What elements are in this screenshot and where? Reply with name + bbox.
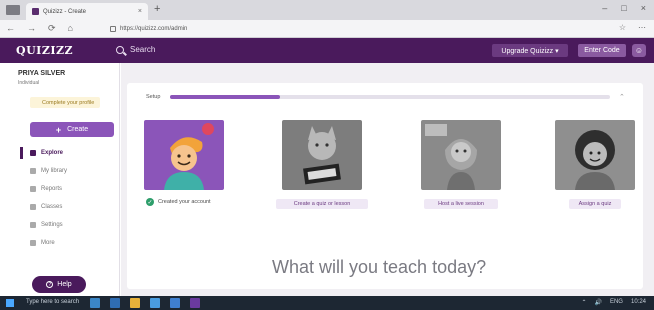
help-icon: ? bbox=[46, 281, 54, 288]
sidebar-item-settings[interactable]: Settings bbox=[30, 219, 63, 231]
language-indicator[interactable]: ENG bbox=[610, 299, 623, 306]
presenter-illustration bbox=[421, 120, 501, 190]
minimize-button[interactable]: – bbox=[602, 3, 607, 13]
account-created-label: Created your account bbox=[158, 199, 211, 205]
browser-menu-icon[interactable]: ⋯ bbox=[638, 23, 646, 32]
classes-icon bbox=[30, 204, 36, 210]
host-live-tile[interactable] bbox=[421, 120, 501, 190]
sidebar-item-reports[interactable]: Reports bbox=[30, 183, 62, 195]
search-button[interactable]: Search bbox=[116, 45, 155, 54]
check-icon: ✓ bbox=[146, 198, 154, 206]
progress-label: Setup bbox=[146, 94, 161, 100]
os-taskbar: Type here to search ⌃ 🔊 ENG 10:24 bbox=[0, 296, 654, 310]
sidebar-item-label: My library bbox=[41, 168, 68, 174]
browser-toolbar: ← → ⟳ ⌂ https://quizizz.com/admin ☆ ⋯ bbox=[0, 20, 654, 38]
sidebar-item-label: Settings bbox=[41, 222, 63, 228]
screen: Quizizz - Create × + – □ × ← → ⟳ ⌂ https… bbox=[0, 0, 654, 310]
profile-avatar[interactable]: ☺ bbox=[632, 44, 646, 57]
sidebar-item-library[interactable]: My library bbox=[30, 165, 67, 177]
teach-headline: What will you teach today? bbox=[272, 257, 487, 277]
sidebar-item-label: Reports bbox=[41, 186, 63, 192]
explore-icon bbox=[30, 150, 36, 156]
creator-illustration bbox=[282, 120, 362, 190]
sidebar-item-label: More bbox=[41, 240, 55, 246]
create-quiz-tile[interactable] bbox=[282, 120, 362, 190]
store-icon[interactable] bbox=[150, 298, 160, 308]
mail-icon[interactable] bbox=[170, 298, 180, 308]
main-content: Setup ⌃ ✓ Created your account Create a … bbox=[121, 63, 654, 296]
browser-tools: ☆ ⋯ bbox=[619, 23, 646, 32]
maximize-button[interactable]: □ bbox=[621, 3, 626, 13]
address-url: https://quizizz.com/admin bbox=[120, 26, 188, 32]
student-illustration bbox=[555, 120, 635, 190]
clock[interactable]: 10:24 bbox=[631, 299, 646, 306]
tab-close-icon[interactable]: × bbox=[138, 8, 142, 15]
progress-fill bbox=[170, 95, 280, 99]
browser-nav: ← → ⟳ ⌂ bbox=[6, 23, 73, 34]
taskbar-search[interactable]: Type here to search bbox=[26, 299, 79, 305]
assign-quiz-button[interactable]: Assign a quiz bbox=[569, 199, 621, 209]
sidebar-item-explore[interactable]: Explore bbox=[30, 147, 63, 159]
collapse-chevron-icon[interactable]: ⌃ bbox=[619, 93, 625, 101]
taskview-icon[interactable] bbox=[90, 298, 100, 308]
create-label: Create bbox=[67, 126, 89, 133]
quizizz-logo[interactable]: QUIZIZZ bbox=[16, 44, 73, 57]
forward-arrow-icon[interactable]: → bbox=[27, 23, 36, 34]
browser-window-icon[interactable] bbox=[6, 5, 20, 15]
create-button[interactable]: + Create bbox=[30, 122, 114, 137]
close-window-button[interactable]: × bbox=[641, 3, 646, 13]
onboarding-progress-bar bbox=[170, 95, 610, 99]
avatar-illustration bbox=[144, 120, 224, 190]
plus-icon: + bbox=[55, 124, 62, 135]
enter-code-button[interactable]: Enter Code bbox=[578, 44, 626, 57]
window-controls: – □ × bbox=[602, 3, 646, 13]
complete-profile-link[interactable]: Complete your profile bbox=[30, 97, 100, 108]
create-quiz-button[interactable]: Create a quiz or lesson bbox=[276, 199, 368, 209]
org-subtitle: Individual bbox=[18, 80, 40, 86]
folder-icon[interactable] bbox=[130, 298, 140, 308]
app-icon[interactable] bbox=[190, 298, 200, 308]
active-indicator bbox=[20, 147, 23, 159]
host-live-button[interactable]: Host a live session bbox=[424, 199, 498, 209]
address-bar[interactable]: https://quizizz.com/admin bbox=[110, 23, 490, 35]
search-label: Search bbox=[130, 45, 156, 54]
assign-quiz-tile[interactable] bbox=[555, 120, 635, 190]
reports-icon bbox=[30, 186, 36, 192]
library-icon bbox=[30, 168, 36, 174]
new-tab-button[interactable]: + bbox=[154, 3, 160, 15]
back-arrow-icon[interactable]: ← bbox=[6, 23, 15, 34]
sidebar-item-label: Explore bbox=[41, 150, 64, 156]
browser-tab[interactable]: Quizizz - Create × bbox=[26, 3, 148, 20]
app-header: QUIZIZZ Search Upgrade Quizizz ▾ Enter C… bbox=[0, 38, 654, 63]
lock-icon bbox=[110, 26, 116, 32]
help-button[interactable]: ? Help bbox=[32, 276, 86, 293]
search-icon bbox=[116, 45, 124, 54]
sidebar-item-classes[interactable]: Classes bbox=[30, 201, 62, 213]
windows-start-icon[interactable] bbox=[6, 299, 14, 307]
reload-icon[interactable]: ⟳ bbox=[48, 23, 56, 34]
tray-chevron-icon[interactable]: ⌃ bbox=[581, 299, 586, 306]
sidebar-item-more[interactable]: More bbox=[30, 237, 55, 249]
taskbar-apps bbox=[90, 298, 200, 308]
account-avatar-tile[interactable] bbox=[144, 120, 224, 190]
more-icon bbox=[30, 240, 36, 246]
edge-icon[interactable] bbox=[110, 298, 120, 308]
browser-tabstrip: Quizizz - Create × + – □ × bbox=[0, 0, 654, 20]
sidebar: PRIYA SILVER Individual Complete your pr… bbox=[0, 63, 120, 296]
org-name: PRIYA SILVER bbox=[18, 70, 66, 77]
tab-title: Quizizz - Create bbox=[43, 8, 87, 15]
help-label: Help bbox=[57, 281, 72, 288]
volume-icon[interactable]: 🔊 bbox=[594, 299, 601, 306]
settings-icon bbox=[30, 222, 36, 228]
sidebar-item-label: Classes bbox=[41, 204, 63, 210]
account-created-status: ✓ Created your account bbox=[146, 198, 211, 206]
system-tray: ⌃ 🔊 ENG 10:24 bbox=[581, 299, 646, 306]
favorite-star-icon[interactable]: ☆ bbox=[619, 23, 626, 32]
upgrade-button[interactable]: Upgrade Quizizz ▾ bbox=[492, 44, 568, 57]
home-icon[interactable]: ⌂ bbox=[68, 23, 73, 34]
quizizz-favicon-icon bbox=[32, 8, 39, 15]
